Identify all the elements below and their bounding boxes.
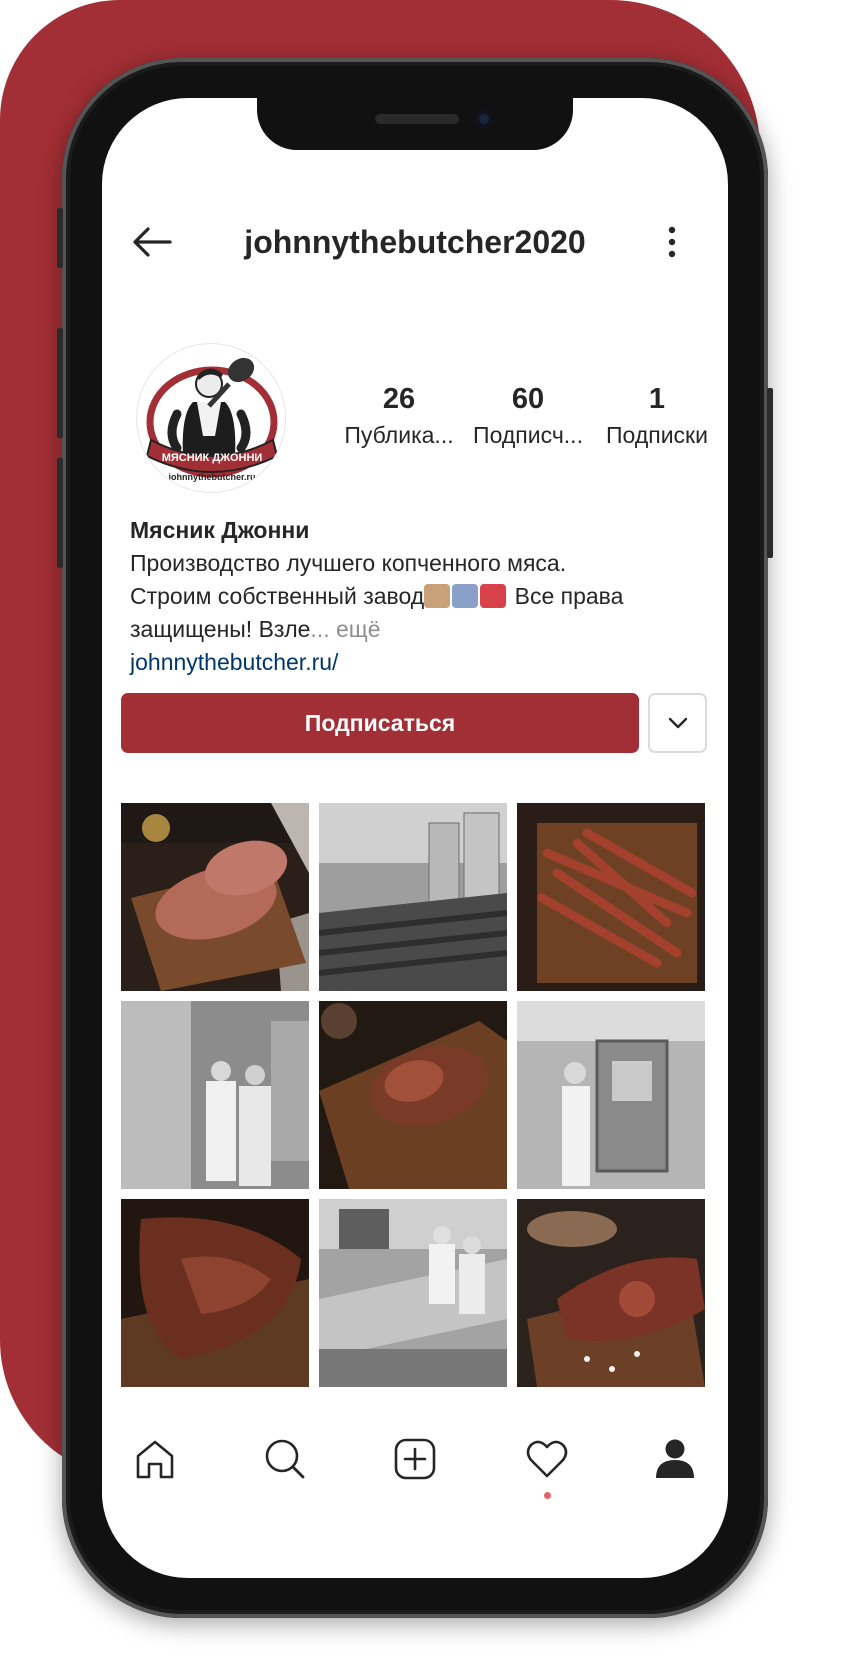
stat-following[interactable]: 1 Подписки — [592, 383, 722, 449]
profile-icon — [656, 1439, 694, 1478]
bio-line-1: Производство лучшего копченного мяса. — [130, 550, 567, 576]
nav-search[interactable] — [260, 1434, 310, 1484]
search-icon — [265, 1439, 305, 1479]
bio-name: Мясник Джонни — [130, 517, 310, 543]
more-options-button[interactable] — [654, 220, 690, 264]
post-thumbnail[interactable] — [319, 803, 507, 991]
post-thumbnail[interactable] — [517, 1199, 705, 1387]
factory-icon — [480, 584, 507, 608]
man-factory-worker-icon — [452, 584, 479, 608]
following-count: 1 — [648, 383, 666, 415]
volume-down-button — [57, 458, 63, 568]
bio-more-link[interactable]: ... ещё — [310, 616, 380, 642]
bio-website-link[interactable]: johnnythebutcher.ru/ — [130, 646, 710, 679]
mute-switch — [57, 208, 63, 268]
bio-line-2-tail: Все права — [508, 583, 624, 609]
nav-activity[interactable] — [522, 1434, 572, 1484]
activity-notification-dot — [544, 1492, 551, 1499]
post-thumbnail[interactable] — [319, 1199, 507, 1387]
posts-label: Публика... — [344, 422, 454, 448]
phone-screen: johnnythebutcher2020 МЯСНИК ДЖОННИ johnn… — [102, 98, 728, 1578]
bottom-navigation — [102, 1406, 728, 1516]
power-button — [767, 388, 773, 558]
post-thumbnail[interactable] — [121, 1199, 309, 1387]
nav-profile[interactable] — [650, 1434, 700, 1484]
profile-bio: Мясник Джонни Производство лучшего копче… — [130, 514, 710, 679]
stat-followers[interactable]: 60 Подписч... — [463, 383, 593, 449]
stat-posts[interactable]: 26 Публика... — [334, 383, 464, 449]
bio-line-3-text: защищены! Взле — [130, 616, 311, 642]
profile-username: johnnythebutcher2020 — [244, 224, 586, 260]
post-thumbnail[interactable] — [517, 803, 705, 991]
bio-line-3: защищены! Взле... ещё — [130, 613, 710, 646]
front-camera — [475, 110, 493, 128]
logo-title-text: МЯСНИК ДЖОННИ — [162, 452, 263, 464]
notch — [257, 98, 573, 150]
post-thumbnail[interactable] — [517, 1001, 705, 1189]
followers-label: Подписч... — [473, 422, 583, 448]
profile-header: johnnythebutcher2020 — [102, 208, 728, 282]
chevron-down-icon — [668, 717, 687, 729]
logo-url-text: johnnythebutcher.ru — [167, 472, 255, 482]
nav-home[interactable] — [130, 1434, 180, 1484]
home-icon — [136, 1440, 174, 1479]
profile-avatar[interactable]: МЯСНИК ДЖОННИ johnnythebutcher.ru — [136, 343, 286, 493]
post-thumbnail[interactable] — [319, 1001, 507, 1189]
heart-icon — [526, 1440, 568, 1478]
following-label: Подписки — [606, 422, 708, 448]
vertical-dots-icon — [668, 226, 676, 258]
bio-line-2: Строим собственный завод Все права — [130, 580, 710, 613]
followers-count: 60 — [511, 383, 545, 415]
woman-factory-worker-icon — [424, 584, 451, 608]
phone-frame: johnnythebutcher2020 МЯСНИК ДЖОННИ johnn… — [57, 58, 773, 1618]
bio-line-2-text: Строим собственный завод — [130, 583, 425, 609]
butcher-logo: МЯСНИК ДЖОННИ johnnythebutcher.ru — [138, 345, 285, 492]
profile-stats: 26 Публика... 60 Подписч... 1 Подписки — [320, 383, 708, 463]
follow-button[interactable]: Подписаться — [121, 693, 639, 753]
add-post-icon — [394, 1438, 436, 1480]
suggestions-dropdown-button[interactable] — [648, 693, 707, 753]
post-thumbnail[interactable] — [121, 1001, 309, 1189]
nav-new-post[interactable] — [390, 1434, 440, 1484]
speaker-grille — [375, 114, 459, 124]
posts-grid — [121, 803, 707, 1388]
post-thumbnail[interactable] — [121, 803, 309, 991]
posts-count: 26 — [382, 383, 416, 415]
volume-up-button — [57, 328, 63, 438]
